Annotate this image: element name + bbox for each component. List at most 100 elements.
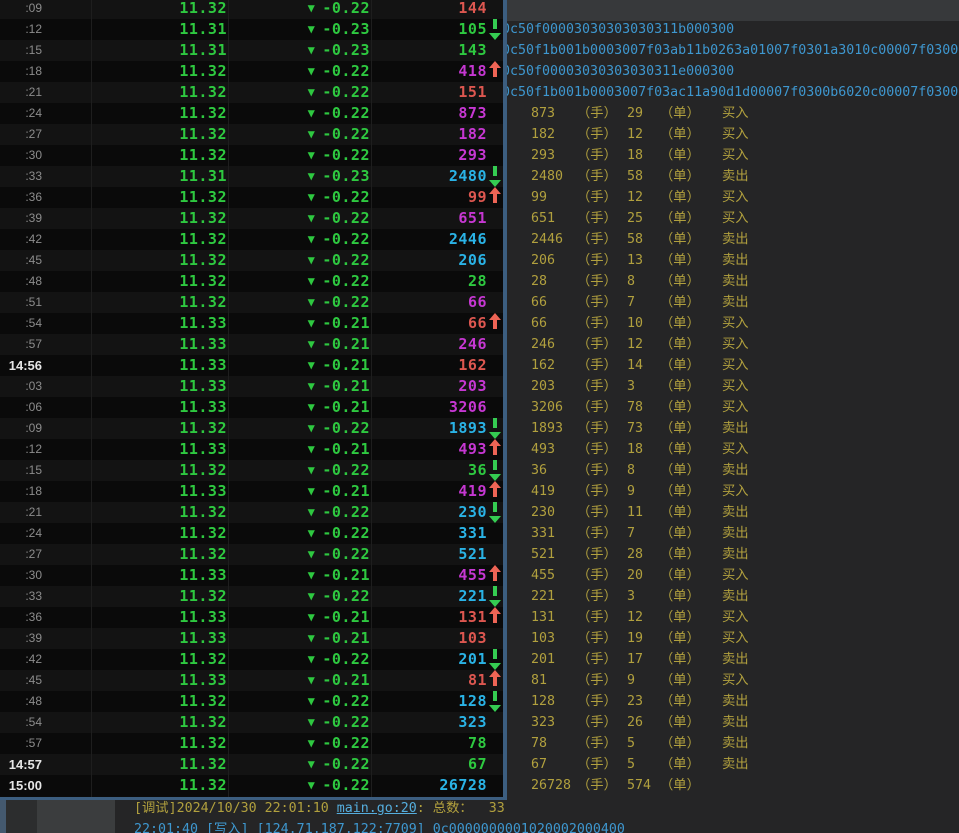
unit-hand-label: （手） xyxy=(577,397,617,418)
tick-price: 11.31 xyxy=(60,19,227,40)
column-separator xyxy=(91,0,92,797)
tick-row[interactable]: :1211.31▼-0.23105 xyxy=(0,19,503,40)
unit-dan-label: （单） xyxy=(660,103,700,124)
hex-log-line: 0c50f1b001b0003007f03ab11b0263a01007f030… xyxy=(502,40,958,61)
horizontal-scrollbar-segment[interactable] xyxy=(37,799,115,833)
unit-hand-label: （手） xyxy=(577,733,617,754)
down-triangle-icon: ▼ xyxy=(308,628,316,649)
trade-volume: 493 xyxy=(531,439,555,460)
tick-row[interactable]: :4211.32▼-0.22201 xyxy=(0,649,503,670)
tick-row[interactable]: :5411.32▼-0.22323 xyxy=(0,712,503,733)
tick-row[interactable]: :2111.32▼-0.22151 xyxy=(0,82,503,103)
tick-row[interactable]: :3611.32▼-0.2299 xyxy=(0,187,503,208)
tick-row[interactable]: :2711.32▼-0.22182 xyxy=(0,124,503,145)
down-triangle-icon: ▼ xyxy=(308,460,316,481)
tick-time: :45 xyxy=(0,670,42,691)
unit-dan-label: （单） xyxy=(660,712,700,733)
tick-price: 11.33 xyxy=(60,334,227,355)
tick-volume: 128 xyxy=(371,691,487,712)
tick-volume: 144 xyxy=(371,0,487,19)
tick-row[interactable]: :2111.32▼-0.22230 xyxy=(0,502,503,523)
tick-row[interactable]: :3011.32▼-0.22293 xyxy=(0,145,503,166)
tick-row[interactable]: :2411.32▼-0.22873 xyxy=(0,103,503,124)
tick-row[interactable]: :4811.32▼-0.2228 xyxy=(0,271,503,292)
tick-row[interactable]: :0911.32▼-0.22144 xyxy=(0,0,503,19)
tick-change: ▼-0.22 xyxy=(240,544,370,565)
tick-change: ▼-0.21 xyxy=(240,607,370,628)
tick-row[interactable]: 14:5711.32▼-0.2267 xyxy=(0,754,503,775)
unit-hand-label: （手） xyxy=(577,691,617,712)
tick-volume: 66 xyxy=(371,292,487,313)
down-triangle-icon: ▼ xyxy=(308,565,316,586)
tick-volume: 246 xyxy=(371,334,487,355)
tick-row[interactable]: :3911.32▼-0.22651 xyxy=(0,208,503,229)
tick-change: ▼-0.22 xyxy=(240,0,370,19)
trade-volume: 3206 xyxy=(531,397,563,418)
unit-hand-label: （手） xyxy=(577,775,617,796)
tick-time: :15 xyxy=(0,40,42,61)
tick-time: :48 xyxy=(0,691,42,712)
tick-volume: 221 xyxy=(371,586,487,607)
tick-row[interactable]: :1211.33▼-0.21493 xyxy=(0,439,503,460)
tick-row[interactable]: :1811.32▼-0.22418 xyxy=(0,61,503,82)
tick-row[interactable]: :1811.33▼-0.21419 xyxy=(0,481,503,502)
trade-count: 78 xyxy=(627,397,643,418)
tick-row[interactable]: 15:0011.32▼-0.2226728 xyxy=(0,775,503,796)
tick-row[interactable]: :1511.32▼-0.2236 xyxy=(0,460,503,481)
trade-volume: 2446 xyxy=(531,229,563,250)
trade-direction: 卖出 xyxy=(722,712,749,733)
tick-price: 11.32 xyxy=(60,691,227,712)
tick-row[interactable]: :2711.32▼-0.22521 xyxy=(0,544,503,565)
tick-time: :39 xyxy=(0,628,42,649)
tick-change: ▼-0.22 xyxy=(240,418,370,439)
unit-dan-label: （单） xyxy=(660,775,700,796)
tick-row[interactable]: :4511.33▼-0.2181 xyxy=(0,670,503,691)
down-triangle-icon: ▼ xyxy=(308,229,316,250)
unit-hand-label: （手） xyxy=(577,187,617,208)
trend-arrow-up-icon xyxy=(489,61,501,82)
tick-row[interactable]: :3311.32▼-0.22221 xyxy=(0,586,503,607)
tick-row[interactable]: 14:5611.33▼-0.21162 xyxy=(0,355,503,376)
unit-hand-label: （手） xyxy=(577,439,617,460)
trade-volume: 131 xyxy=(531,607,555,628)
tick-row[interactable]: :0311.33▼-0.21203 xyxy=(0,376,503,397)
source-link[interactable]: main.go:20 xyxy=(337,801,417,816)
unit-hand-label: （手） xyxy=(577,586,617,607)
unit-dan-label: （单） xyxy=(660,523,700,544)
tick-row[interactable]: :2411.32▼-0.22331 xyxy=(0,523,503,544)
tick-row[interactable]: :0611.33▼-0.213206 xyxy=(0,397,503,418)
tick-row[interactable]: :48 11.32 ▼-0.22128 xyxy=(0,691,503,712)
down-triangle-icon: ▼ xyxy=(308,712,316,733)
unit-hand-label: （手） xyxy=(577,712,617,733)
tick-row[interactable]: :3011.33▼-0.21455 xyxy=(0,565,503,586)
trade-count: 18 xyxy=(627,145,643,166)
tick-rows: :0911.32▼-0.22144:1211.31▼-0.23105:1511.… xyxy=(0,0,503,796)
tick-row[interactable]: :5411.33▼-0.2166 xyxy=(0,313,503,334)
trade-direction: 卖出 xyxy=(722,229,749,250)
tick-row[interactable]: :5111.32▼-0.2266 xyxy=(0,292,503,313)
tick-time: :36 xyxy=(0,187,42,208)
tick-time: :48 xyxy=(0,271,42,292)
unit-dan-label: （单） xyxy=(660,460,700,481)
trend-arrow-up-icon xyxy=(489,481,501,502)
tick-row[interactable]: :3611.33▼-0.21131 xyxy=(0,607,503,628)
tick-row[interactable]: :3311.31▼-0.232480 xyxy=(0,166,503,187)
tick-time: :54 xyxy=(0,712,42,733)
tick-volume: 162 xyxy=(371,355,487,376)
tick-volume: 521 xyxy=(371,544,487,565)
tick-price: 11.31 xyxy=(60,40,227,61)
tick-row[interactable]: :4211.32▼-0.222446 xyxy=(0,229,503,250)
trade-volume: 521 xyxy=(531,544,555,565)
tick-row[interactable]: :4511.32▼-0.22206 xyxy=(0,250,503,271)
trend-arrow-up-icon xyxy=(489,313,501,334)
tick-price: 11.32 xyxy=(60,82,227,103)
tick-row[interactable]: :1511.31▼-0.23143 xyxy=(0,40,503,61)
tick-row[interactable]: :5711.32▼-0.2278 xyxy=(0,733,503,754)
tick-change: ▼-0.22 xyxy=(240,691,370,712)
unit-dan-label: （单） xyxy=(660,607,700,628)
tick-row[interactable]: :0911.32▼-0.221893 xyxy=(0,418,503,439)
tick-time: :39 xyxy=(0,208,42,229)
tick-row[interactable]: :5711.33▼-0.21246 xyxy=(0,334,503,355)
tick-row[interactable]: :3911.33▼-0.21103 xyxy=(0,628,503,649)
tick-change: ▼-0.22 xyxy=(240,649,370,670)
